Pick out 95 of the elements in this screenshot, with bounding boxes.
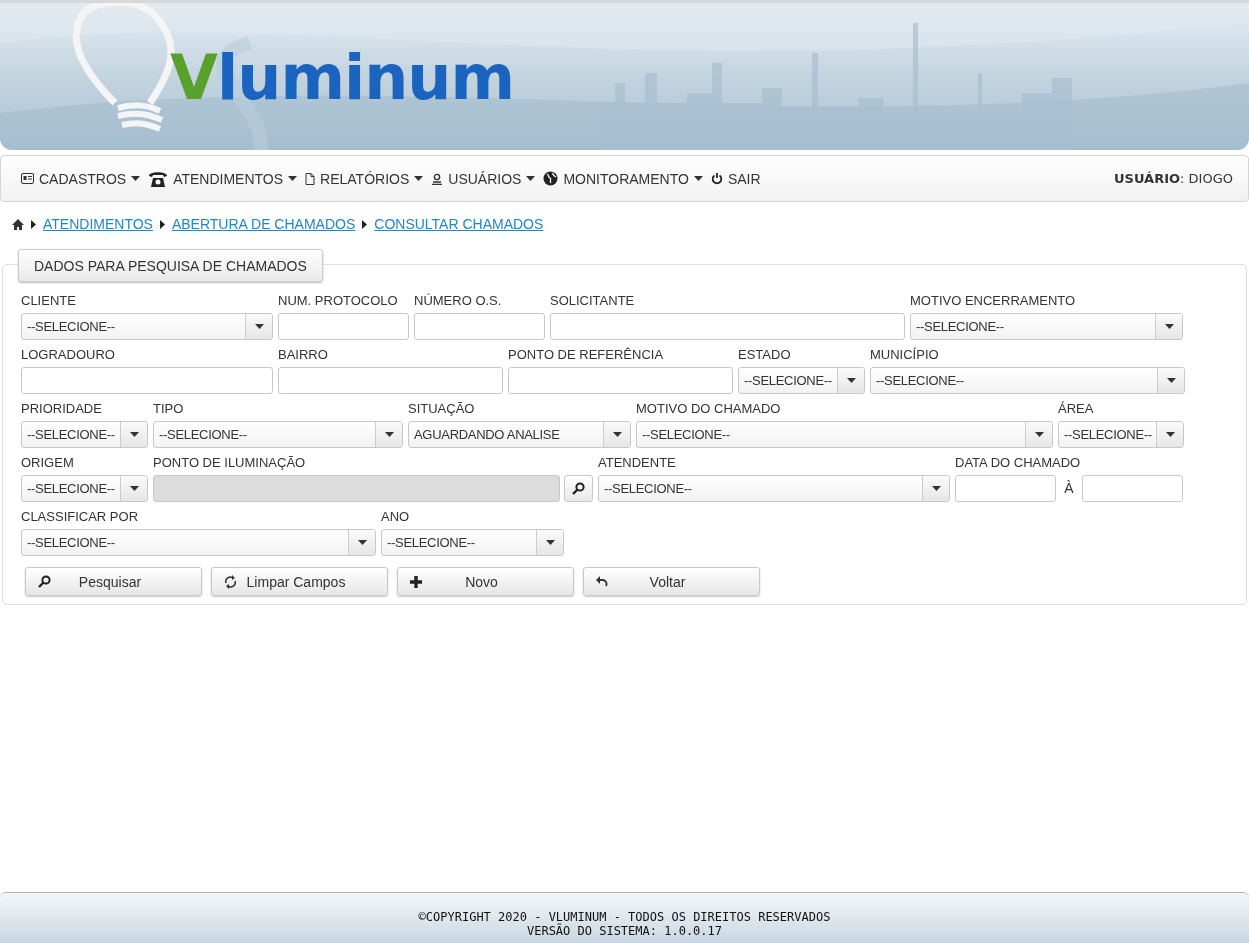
breadcrumb-link[interactable]: ATENDIMENTOS xyxy=(43,216,153,232)
dropdown[interactable]: --SELECIONE-- xyxy=(910,313,1183,340)
caret-icon xyxy=(612,432,622,437)
caret-icon xyxy=(384,432,394,437)
caret-icon xyxy=(129,486,139,491)
search-icon xyxy=(572,482,585,495)
dropdown[interactable]: --SELECIONE-- xyxy=(21,421,148,448)
input-field[interactable] xyxy=(550,313,905,340)
field-label: SOLICITANTE xyxy=(550,293,636,308)
dropdown[interactable]: --SELECIONE-- xyxy=(381,529,564,556)
field-label: NUM. PROTOCOLO xyxy=(278,293,399,308)
dropdown[interactable]: --SELECIONE-- xyxy=(1058,421,1184,448)
panel-title: DADOS PARA PESQUISA DE CHAMADOS xyxy=(18,249,323,282)
action-button[interactable]: Pesquisar xyxy=(25,567,202,596)
dropdown[interactable]: --SELECIONE-- xyxy=(636,421,1053,448)
caret-icon xyxy=(846,378,856,383)
menu-item[interactable]: ATENDIMENTOS xyxy=(148,169,298,188)
footer-text: VERSÃO DO SISTEMA: 1.0.0.17 xyxy=(526,924,723,938)
search-button[interactable] xyxy=(564,475,593,502)
date-field[interactable] xyxy=(955,475,1056,502)
caret-icon xyxy=(1034,432,1044,437)
dropdown[interactable]: --SELECIONE-- xyxy=(870,367,1185,394)
caret-icon xyxy=(1164,324,1174,329)
document-icon xyxy=(305,172,316,185)
field-label: SITUAÇÃO xyxy=(408,401,476,416)
dropdown[interactable]: --SELECIONE-- xyxy=(153,421,403,448)
refresh-icon xyxy=(224,574,237,589)
menu-item[interactable]: SAIR xyxy=(710,170,761,187)
field-label: LOGRADOURO xyxy=(21,347,116,362)
caret-icon xyxy=(288,176,298,181)
dropdown[interactable]: --SELECIONE-- xyxy=(21,475,148,502)
field-label: BAIRRO xyxy=(278,347,329,362)
caret-icon xyxy=(1166,378,1176,383)
dropdown[interactable]: --SELECIONE-- xyxy=(21,529,376,556)
user-icon xyxy=(431,172,444,185)
menu-item[interactable]: RELATÓRIOS xyxy=(305,170,424,187)
field-label: ÁREA xyxy=(1058,401,1095,416)
caret-icon xyxy=(254,324,264,329)
user-label: USUÁRIO: DIOGO xyxy=(1114,171,1233,186)
field-label: PONTO DE ILUMINAÇÃO xyxy=(153,455,307,470)
field-label: PONTO DE REFERÊNCIA xyxy=(508,347,665,362)
field-label: MUNICÍPIO xyxy=(870,347,940,362)
date-field[interactable] xyxy=(1082,475,1183,502)
chevron-icon xyxy=(159,219,165,229)
field-label: MOTIVO DO CHAMADO xyxy=(636,401,782,416)
breadcrumb-link[interactable]: ABERTURA DE CHAMADOS xyxy=(171,216,356,232)
caret-icon xyxy=(693,176,703,181)
field-label: CLIENTE xyxy=(21,293,77,308)
field-label: DATA DO CHAMADO xyxy=(955,455,1082,470)
field-label: MOTIVO ENCERRAMENTO xyxy=(910,293,1077,308)
action-button[interactable]: Novo xyxy=(397,567,574,596)
caret-icon xyxy=(545,540,555,545)
input-field[interactable] xyxy=(508,367,733,394)
caret-icon xyxy=(526,176,536,181)
caret-icon xyxy=(129,432,139,437)
caret-icon xyxy=(131,176,141,181)
chevron-icon xyxy=(31,219,36,229)
input-field[interactable] xyxy=(414,313,545,340)
chevron-icon xyxy=(362,219,368,229)
input-field[interactable] xyxy=(278,313,409,340)
dropdown[interactable]: --SELECIONE-- xyxy=(598,475,950,502)
menu-item[interactable]: USUÁRIOS xyxy=(431,170,536,187)
power-icon xyxy=(710,172,723,185)
action-button[interactable]: Limpar Campos xyxy=(211,567,388,596)
field-label: CLASSIFICAR POR xyxy=(21,509,140,524)
id-card-icon xyxy=(21,173,34,184)
field-label: ORIGEM xyxy=(21,455,75,470)
home-icon[interactable] xyxy=(12,218,24,230)
undo-icon xyxy=(596,576,608,587)
input-field[interactable] xyxy=(278,367,503,394)
menu-item[interactable]: CADASTROS xyxy=(21,170,141,187)
dropdown[interactable]: --SELECIONE-- xyxy=(738,367,865,394)
caret-icon xyxy=(1165,432,1175,437)
caret-icon xyxy=(414,176,424,181)
range-separator: À xyxy=(1063,479,1075,498)
breadcrumb-link[interactable]: CONSULTAR CHAMADOS xyxy=(374,216,544,232)
field-label: ESTADO xyxy=(738,347,792,362)
caret-icon xyxy=(357,540,367,545)
dropdown[interactable]: AGUARDANDO ANALISE xyxy=(408,421,631,448)
input-field[interactable] xyxy=(21,367,273,394)
field-label: TIPO xyxy=(153,401,185,416)
field-label: NÚMERO O.S. xyxy=(414,293,503,308)
footer-text: ©COPYRIGHT 2020 - VLUMINUM - TODOS OS DIREITOS RESERVADOS xyxy=(418,910,831,924)
telephone-icon xyxy=(148,169,169,188)
caret-icon xyxy=(931,486,941,491)
field-label: ANO xyxy=(381,509,411,524)
search-icon xyxy=(38,575,51,588)
globe-icon xyxy=(543,171,559,186)
menu-item[interactable]: MONITORAMENTO xyxy=(543,170,703,187)
plus-icon xyxy=(410,575,422,588)
dropdown[interactable]: --SELECIONE-- xyxy=(21,313,273,340)
action-button[interactable]: Voltar xyxy=(583,567,760,596)
field-label: ATENDENTE xyxy=(598,455,677,470)
field-label: PRIORIDADE xyxy=(21,401,103,416)
logo: Vluminum xyxy=(170,47,515,109)
